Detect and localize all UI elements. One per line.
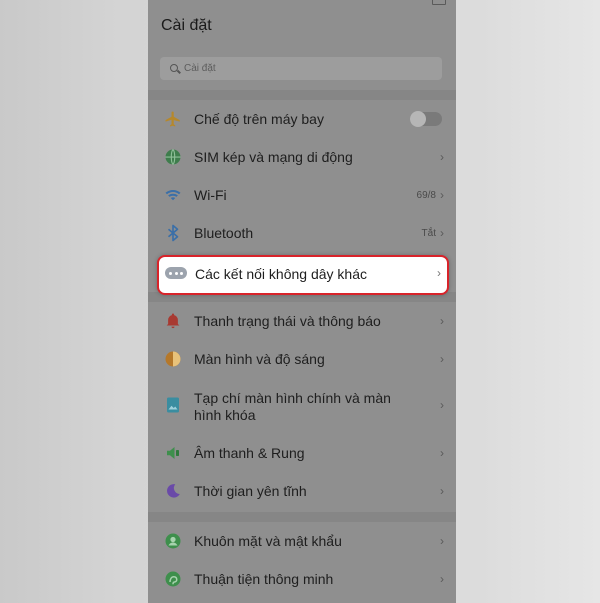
brightness-icon [165,351,181,367]
sim-icon [165,149,181,165]
search-placeholder: Cài đặt [184,63,216,74]
settings-item-display[interactable]: Màn hình và độ sáng › [148,340,456,378]
settings-item-sim[interactable]: SIM kép và mạng di động › [148,138,456,176]
settings-item-label: Chế độ trên máy bay [194,111,324,127]
page-title: Cài đặt [161,17,212,34]
chevron-right-icon: › [440,314,444,328]
settings-item-airplane[interactable]: Chế độ trên máy bay [148,100,456,138]
chevron-right-icon: › [440,188,444,202]
settings-item-bluetooth[interactable]: Bluetooth Tắt › [148,214,456,252]
settings-item-notifications[interactable]: Thanh trạng thái và thông báo › [148,302,456,340]
chevron-right-icon: › [440,398,444,412]
wifi-icon [165,189,181,201]
settings-item-label: Bluetooth [194,225,254,241]
image-icon [167,397,179,413]
settings-item-label: Màn hình và độ sáng [194,351,325,367]
settings-item-label: Thuận tiện thông minh [194,571,334,587]
airplane-icon [165,111,180,127]
chevron-right-icon: › [440,534,444,548]
chevron-right-icon: › [440,572,444,586]
battery-icon [432,0,446,5]
chevron-right-icon: › [440,484,444,498]
settings-item-lockscreen[interactable]: Tạp chí màn hình chính và màn hình khóa … [148,378,456,432]
face-icon [165,533,181,549]
bluetooth-status-value: Tắt [421,228,436,239]
settings-item-smart[interactable]: Thuận tiện thông minh › [148,560,456,598]
bluetooth-icon [167,224,179,242]
settings-item-quiet-time[interactable]: Thời gian yên tĩnh › [148,472,456,510]
toggle-knob [410,111,426,127]
bell-icon [166,313,180,329]
chevron-right-icon: › [440,150,444,164]
settings-item-label: Các kết nối không dây khác [195,266,367,282]
settings-item-face-password[interactable]: Khuôn mặt và mật khẩu › [148,522,456,560]
chevron-right-icon: › [440,352,444,366]
settings-item-wifi[interactable]: Wi-Fi 69/8 › [148,176,456,214]
wifi-status-value: 69/8 [416,190,436,201]
speaker-icon [167,447,179,459]
settings-item-label: Thanh trạng thái và thông báo [194,313,381,329]
settings-item-sound[interactable]: Âm thanh & Rung › [148,434,456,472]
chevron-right-icon: › [437,266,441,280]
settings-item-label: SIM kép và mạng di động [194,149,353,165]
chevron-right-icon: › [440,226,444,240]
search-icon [170,64,178,72]
chevron-right-icon: › [440,446,444,460]
settings-item-label: Âm thanh & Rung [194,445,305,461]
wireless-dots-icon [165,267,187,279]
settings-item-label: Tạp chí màn hình chính và màn hình khóa [194,390,391,423]
phone-screen: Cài đặt Cài đặt Chế độ trên máy bay SIM … [148,0,456,603]
settings-item-label: Thời gian yên tĩnh [194,483,307,499]
settings-item-other-wireless[interactable]: Các kết nối không dây khác › [157,255,449,295]
settings-item-label: Wi-Fi [194,187,227,203]
moon-icon [167,484,180,498]
smart-icon [165,571,181,587]
section-divider [148,90,456,100]
airplane-toggle[interactable] [410,111,442,127]
search-input[interactable]: Cài đặt [160,57,442,80]
settings-item-label: Khuôn mặt và mật khẩu [194,533,342,549]
section-divider [148,512,456,522]
status-bar [148,0,456,8]
